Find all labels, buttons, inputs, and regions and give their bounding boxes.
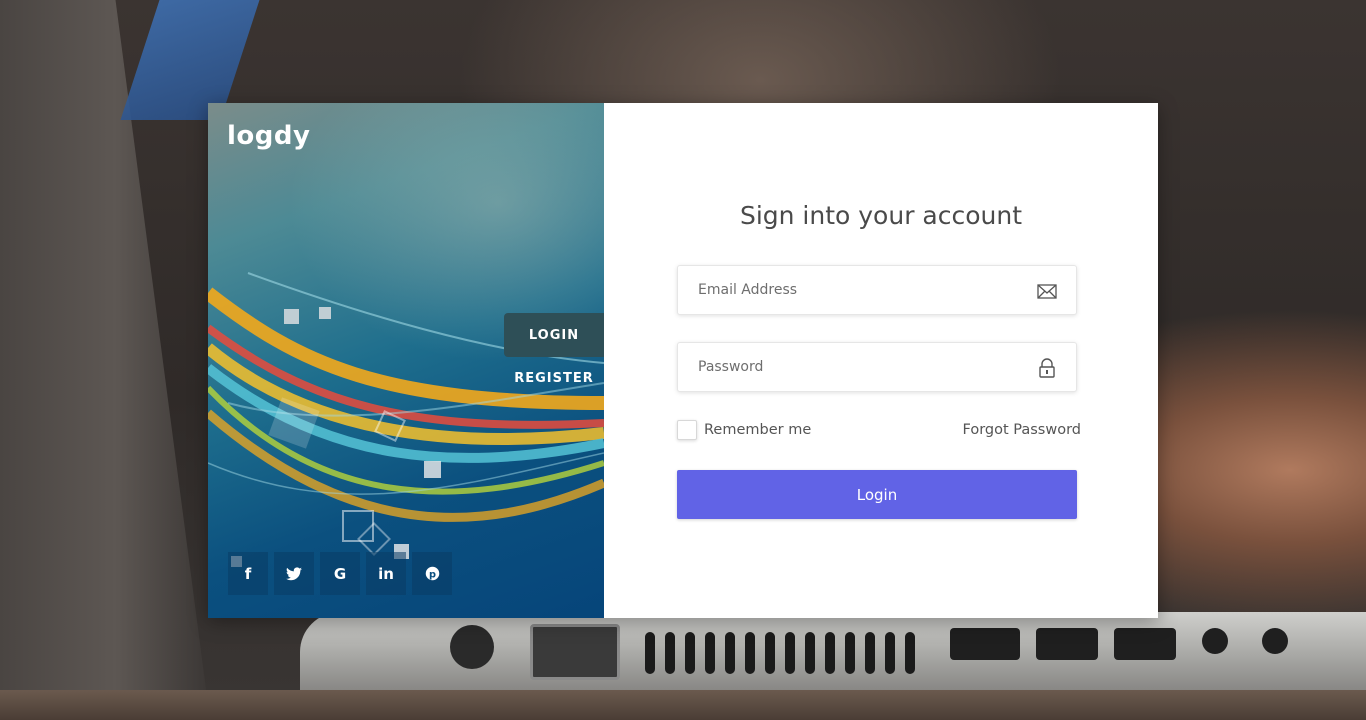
laptop-port-image bbox=[530, 624, 620, 680]
laptop-vent-image bbox=[745, 632, 755, 674]
facebook-icon[interactable]: f bbox=[228, 552, 268, 595]
laptop-port-image bbox=[1114, 628, 1176, 660]
laptop-vent-image bbox=[765, 632, 775, 674]
login-panel: Sign into your account Remember me Forgo… bbox=[604, 103, 1158, 618]
remember-label: Remember me bbox=[704, 422, 812, 438]
laptop-vent-image bbox=[785, 632, 795, 674]
laptop-port-image bbox=[450, 625, 494, 669]
remember-checkbox[interactable] bbox=[677, 420, 697, 440]
laptop-vent-image bbox=[705, 632, 715, 674]
auth-card: logdy LOGIN REGISTER f G in p Sign into … bbox=[208, 103, 1158, 618]
laptop-vent-image bbox=[905, 632, 915, 674]
svg-text:p: p bbox=[429, 569, 436, 580]
remember-me[interactable]: Remember me bbox=[677, 420, 811, 440]
email-input[interactable] bbox=[678, 266, 1076, 314]
laptop-port-image bbox=[950, 628, 1020, 660]
laptop-vent-image bbox=[645, 632, 655, 674]
laptop-vent-image bbox=[865, 632, 875, 674]
laptop-port-image bbox=[1036, 628, 1098, 660]
laptop-vent-image bbox=[665, 632, 675, 674]
brand-logo[interactable]: logdy bbox=[227, 121, 310, 151]
lock-icon bbox=[1039, 358, 1055, 378]
password-input[interactable] bbox=[678, 343, 1076, 391]
linkedin-icon[interactable]: in bbox=[366, 552, 406, 595]
pinterest-icon[interactable]: p bbox=[412, 552, 452, 595]
laptop-port-image bbox=[1202, 628, 1228, 654]
laptop-vent-image bbox=[885, 632, 895, 674]
email-field[interactable] bbox=[677, 265, 1077, 315]
laptop-vent-image bbox=[805, 632, 815, 674]
desk-image bbox=[0, 690, 1366, 720]
tab-login[interactable]: LOGIN bbox=[504, 313, 604, 357]
laptop-vent-image bbox=[845, 632, 855, 674]
twitter-icon[interactable] bbox=[274, 552, 314, 595]
laptop-vent-image bbox=[725, 632, 735, 674]
pinterest-glyph: p bbox=[425, 566, 439, 581]
tab-register[interactable]: REGISTER bbox=[504, 358, 604, 398]
page-title: Sign into your account bbox=[739, 201, 1023, 230]
password-field[interactable] bbox=[677, 342, 1077, 392]
twitter-bird-glyph bbox=[286, 566, 302, 580]
forgot-password-link[interactable]: Forgot Password bbox=[963, 422, 1082, 438]
laptop-screen-image bbox=[120, 0, 260, 120]
envelope-icon bbox=[1037, 284, 1057, 299]
brand-panel: logdy LOGIN REGISTER f G in p bbox=[208, 103, 604, 618]
laptop-vent-image bbox=[685, 632, 695, 674]
social-links: f G in p bbox=[228, 552, 452, 595]
laptop-vent-image bbox=[825, 632, 835, 674]
google-icon[interactable]: G bbox=[320, 552, 360, 595]
laptop-port-image bbox=[1262, 628, 1288, 654]
login-button[interactable]: Login bbox=[677, 470, 1077, 519]
